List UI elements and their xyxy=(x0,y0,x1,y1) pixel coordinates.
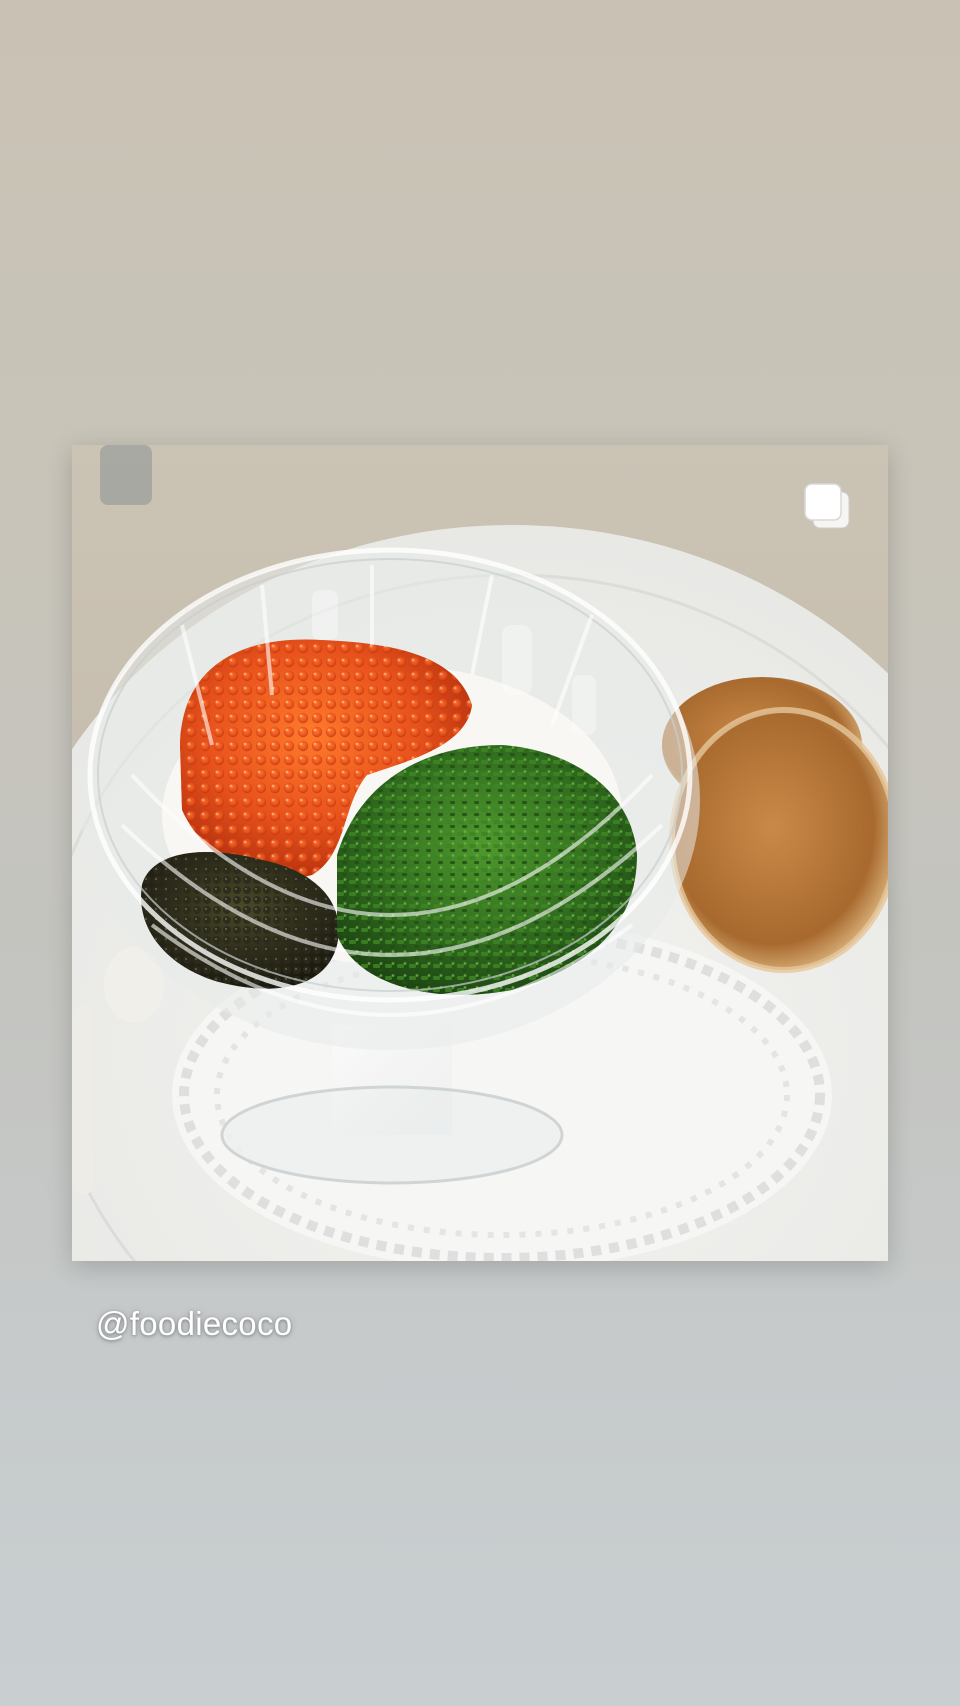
story-frame: @foodiecoco xyxy=(0,0,960,1706)
multiple-photos-icon xyxy=(802,481,854,533)
food-photo xyxy=(72,445,888,1261)
post-image[interactable] xyxy=(72,445,888,1261)
mention-sticker[interactable]: @foodiecoco xyxy=(96,1305,292,1343)
